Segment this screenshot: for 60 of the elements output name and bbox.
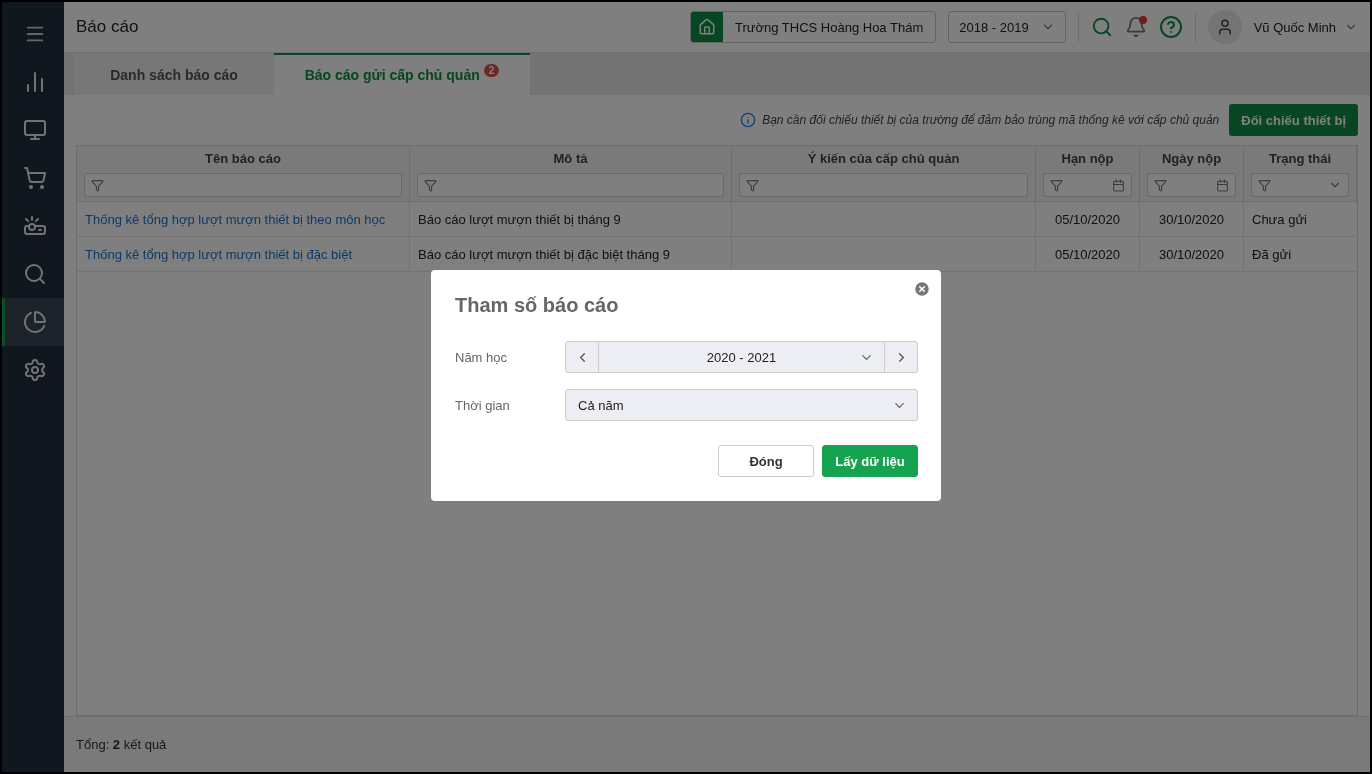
dialog-title: Tham số báo cáo: [455, 294, 620, 317]
notification-button[interactable]: [1124, 16, 1147, 38]
table-cell: 30/10/2020: [1140, 237, 1244, 272]
year-select[interactable]: 2018 - 2019: [948, 11, 1066, 43]
projector-icon: [22, 214, 47, 238]
fetch-data-button[interactable]: Lấy dữ liệu: [822, 445, 918, 477]
tab[interactable]: Báo cáo gửi cấp chủ quản 2: [274, 53, 530, 95]
filter-icon: [91, 178, 104, 192]
field-label: Năm học: [455, 349, 509, 365]
report-link[interactable]: Thống kê tổng hợp lượt mượn thiết bị theo môn học: [85, 211, 386, 227]
search-button[interactable]: [1090, 16, 1113, 38]
report-link[interactable]: Thống kê tổng hợp lượt mượn thiết bị đặc biệt: [85, 246, 352, 262]
result-count: Tổng: 2 kết quả: [76, 737, 167, 752]
calendar-icon: [1112, 178, 1125, 192]
column-title: Tên báo cáo: [204, 150, 282, 168]
school-selector[interactable]: Trường THCS Hoàng Hoa Thám: [690, 11, 937, 43]
field-label: Thời gian: [455, 397, 511, 413]
avatar-icon: [1207, 10, 1242, 44]
user-menu[interactable]: Vũ Quốc Minh: [1253, 19, 1358, 35]
filter-icon: [1154, 178, 1167, 192]
calendar-icon: [1216, 178, 1229, 192]
filter-icon: [1258, 178, 1271, 192]
table-cell: 05/10/2020: [1036, 237, 1140, 272]
table-cell: 30/10/2020: [1140, 202, 1244, 237]
filter-field[interactable]: [739, 173, 1028, 197]
column-title: Trạng thái: [1267, 150, 1333, 168]
table-cell: 05/10/2020: [1036, 202, 1140, 237]
column-title: Ngày nộp: [1160, 150, 1223, 168]
filter-field[interactable]: [417, 173, 724, 197]
sidebar-item[interactable]: [2, 298, 64, 346]
filter-icon: [746, 178, 759, 192]
filter-icon: [1050, 178, 1063, 192]
tab[interactable]: Danh sách báo cáo: [74, 53, 274, 95]
search-icon: [22, 262, 47, 286]
compare-button[interactable]: Đối chiếu thiết bị: [1229, 104, 1358, 136]
table-cell: Báo cáo lượt mượn thiết bị tháng 9: [410, 202, 732, 237]
filter-field[interactable]: [1043, 173, 1132, 197]
monitor-icon: [22, 118, 47, 142]
home-icon: [698, 18, 716, 36]
table-cell: Đã gửi: [1244, 237, 1357, 272]
cart-icon: [22, 166, 47, 190]
column-title: Hạn nộp: [1060, 150, 1115, 168]
filter-icon: [424, 178, 437, 192]
page-title: Báo cáo: [76, 17, 140, 37]
filter-field[interactable]: [84, 173, 402, 197]
pie-chart-icon: [22, 310, 47, 334]
year-select[interactable]: 2020 - 2021: [598, 342, 885, 372]
notice-text: Bạn cần đối chiếu thiết bị của trường để đảm bảo trùng mã thống kê với cấp chủ quản: [762, 113, 1220, 127]
info-icon: [740, 112, 757, 128]
settings-icon: [22, 358, 47, 382]
help-button[interactable]: [1158, 15, 1183, 39]
period-select[interactable]: Cả năm: [565, 389, 918, 421]
column-title: Ý kiến của cấp chủ quản: [806, 150, 961, 168]
close-dialog-button[interactable]: Đóng: [718, 445, 814, 477]
column-title: Mô tả: [552, 150, 589, 168]
filter-field[interactable]: [1147, 173, 1236, 197]
count-badge: 2: [483, 64, 500, 77]
close-button[interactable]: [913, 280, 931, 298]
table-cell: Chưa gửi: [1244, 202, 1357, 237]
filter-field[interactable]: [1251, 173, 1349, 197]
